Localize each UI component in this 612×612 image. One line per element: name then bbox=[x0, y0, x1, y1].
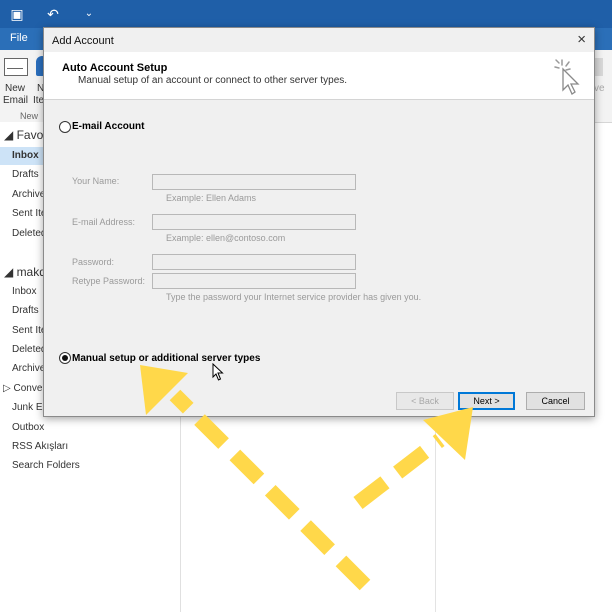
folder-deleted[interactable]: Deleted bbox=[12, 344, 46, 355]
favorite-drafts[interactable]: Drafts bbox=[12, 169, 39, 180]
header-subtitle: Manual setup of an account or connect to… bbox=[78, 75, 348, 86]
retype-password-label: Retype Password: bbox=[72, 276, 146, 286]
next-button[interactable]: Next > bbox=[458, 392, 515, 410]
close-icon[interactable]: × bbox=[577, 31, 586, 48]
folder-conversation[interactable]: ▷ Conver bbox=[3, 383, 46, 394]
cancel-button[interactable]: Cancel bbox=[526, 392, 585, 410]
file-tab[interactable]: File bbox=[10, 32, 28, 44]
favorite-inbox[interactable]: Inbox bbox=[12, 150, 39, 161]
password-label: Password: bbox=[72, 257, 115, 267]
pane-divider bbox=[435, 417, 436, 612]
your-name-label: Your Name: bbox=[72, 176, 120, 186]
password-input[interactable] bbox=[152, 254, 356, 270]
favorite-sent-items[interactable]: Sent Ite bbox=[12, 208, 46, 219]
undo-icon[interactable]: ↶ bbox=[44, 5, 62, 23]
back-button[interactable]: < Back bbox=[396, 392, 454, 410]
arrow-to-next-button bbox=[353, 407, 473, 509]
outlook-app-icon: ▣ bbox=[10, 6, 24, 22]
new-email-label-line1[interactable]: New bbox=[5, 83, 25, 94]
ribbon-group-new: New bbox=[20, 111, 39, 121]
retype-password-input[interactable] bbox=[152, 273, 356, 289]
email-account-radio[interactable] bbox=[59, 121, 71, 133]
password-hint: Type the password your Internet service … bbox=[166, 292, 422, 302]
add-account-dialog: Add Account × Auto Account Setup Manual … bbox=[43, 27, 595, 417]
your-name-example: Example: Ellen Adams bbox=[166, 193, 257, 203]
favorite-archive[interactable]: Archive bbox=[12, 189, 45, 200]
email-address-label: E-mail Address: bbox=[72, 217, 136, 227]
new-email-label-line2[interactable]: Email bbox=[3, 95, 28, 106]
expand-chevron-icon[interactable]: ▷ bbox=[3, 383, 11, 394]
folder-sent-items[interactable]: Sent Ite bbox=[12, 325, 46, 336]
account-header[interactable]: ◢ makd bbox=[4, 265, 46, 279]
dialog-header-panel: Auto Account Setup Manual setup of an ac… bbox=[44, 52, 594, 100]
mouse-cursor-icon bbox=[212, 363, 224, 381]
folder-junk[interactable]: Junk Er bbox=[12, 402, 46, 413]
new-email-icon[interactable] bbox=[4, 58, 28, 76]
dialog-content: E-mail Account Your Name: Example: Ellen… bbox=[52, 112, 586, 372]
email-address-input[interactable] bbox=[152, 214, 356, 230]
manual-setup-radio[interactable] bbox=[59, 352, 71, 364]
folder-outbox[interactable]: Outbox bbox=[12, 422, 44, 433]
your-name-input[interactable] bbox=[152, 174, 356, 190]
dialog-title: Add Account bbox=[52, 35, 114, 47]
setup-wizard-icon bbox=[554, 59, 580, 95]
folder-rss[interactable]: RSS Akışları bbox=[12, 441, 68, 452]
outlook-titlebar: ▣ ↶ ⌄ bbox=[0, 0, 612, 28]
folder-search-folders[interactable]: Search Folders bbox=[12, 460, 80, 471]
header-title: Auto Account Setup bbox=[62, 62, 168, 74]
manual-setup-label[interactable]: Manual setup or additional server types bbox=[72, 353, 260, 364]
folder-archive[interactable]: Archive bbox=[12, 363, 45, 374]
favorite-deleted[interactable]: Deleted bbox=[12, 228, 46, 239]
ribbon-partial-label: ve bbox=[594, 83, 605, 94]
email-address-example: Example: ellen@contoso.com bbox=[166, 233, 286, 243]
folder-inbox[interactable]: Inbox bbox=[12, 286, 36, 297]
quick-access-dropdown-icon[interactable]: ⌄ bbox=[80, 5, 98, 23]
folder-drafts[interactable]: Drafts bbox=[12, 305, 39, 316]
email-account-label[interactable]: E-mail Account bbox=[72, 121, 144, 132]
